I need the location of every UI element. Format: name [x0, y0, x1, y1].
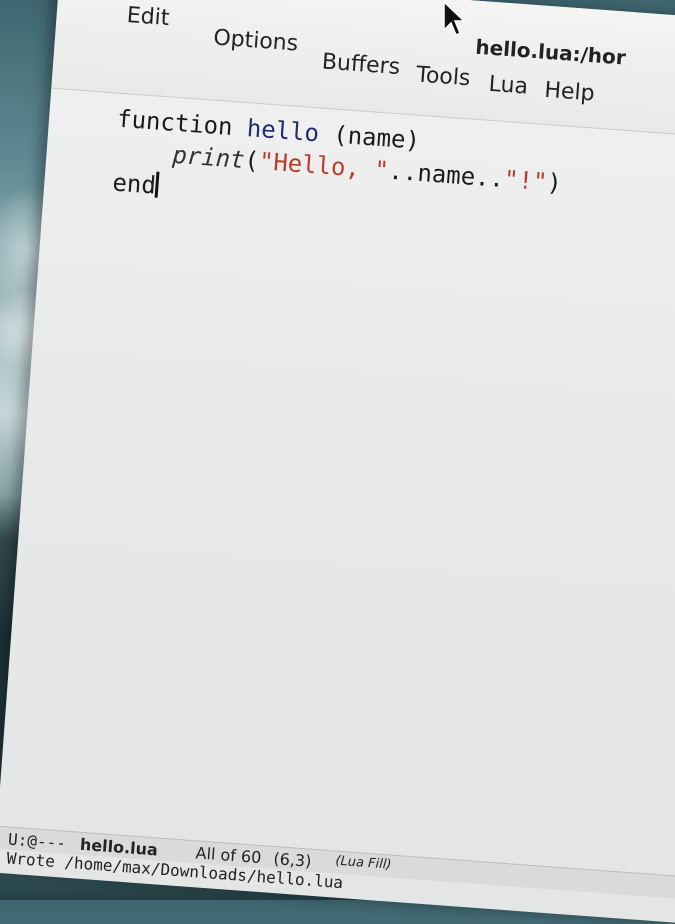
menu-buffers[interactable]: Buffers [321, 49, 401, 80]
menu-edit[interactable]: Edit [126, 3, 170, 31]
major-mode[interactable]: (Lua Fill) [335, 854, 392, 873]
string-exclaim: "!" [502, 165, 549, 197]
editor-buffer[interactable]: function hello (name) print("Hello, "..n… [0, 88, 675, 877]
window-title: hello.lua:/hor [474, 34, 627, 70]
mouse-pointer-icon [443, 0, 466, 37]
menu-help[interactable]: Help [544, 78, 596, 107]
menu-tools[interactable]: Tools [415, 62, 471, 91]
function-args: (name) [317, 119, 421, 155]
builtin-print: print [171, 140, 246, 174]
menu-lua[interactable]: Lua [488, 72, 529, 100]
function-name: hello [245, 114, 321, 148]
keyword-end: end [111, 168, 157, 200]
concat-expr: ..name.. [387, 156, 506, 194]
menu-options[interactable]: Options [213, 25, 299, 56]
string-hello: "Hello, " [258, 147, 390, 185]
close-paren: ) [546, 168, 563, 198]
emacs-window: Edit Options Buffers Tools Lua Help hell… [0, 0, 675, 924]
code-line-3: end [111, 166, 160, 201]
text-cursor [154, 171, 160, 198]
